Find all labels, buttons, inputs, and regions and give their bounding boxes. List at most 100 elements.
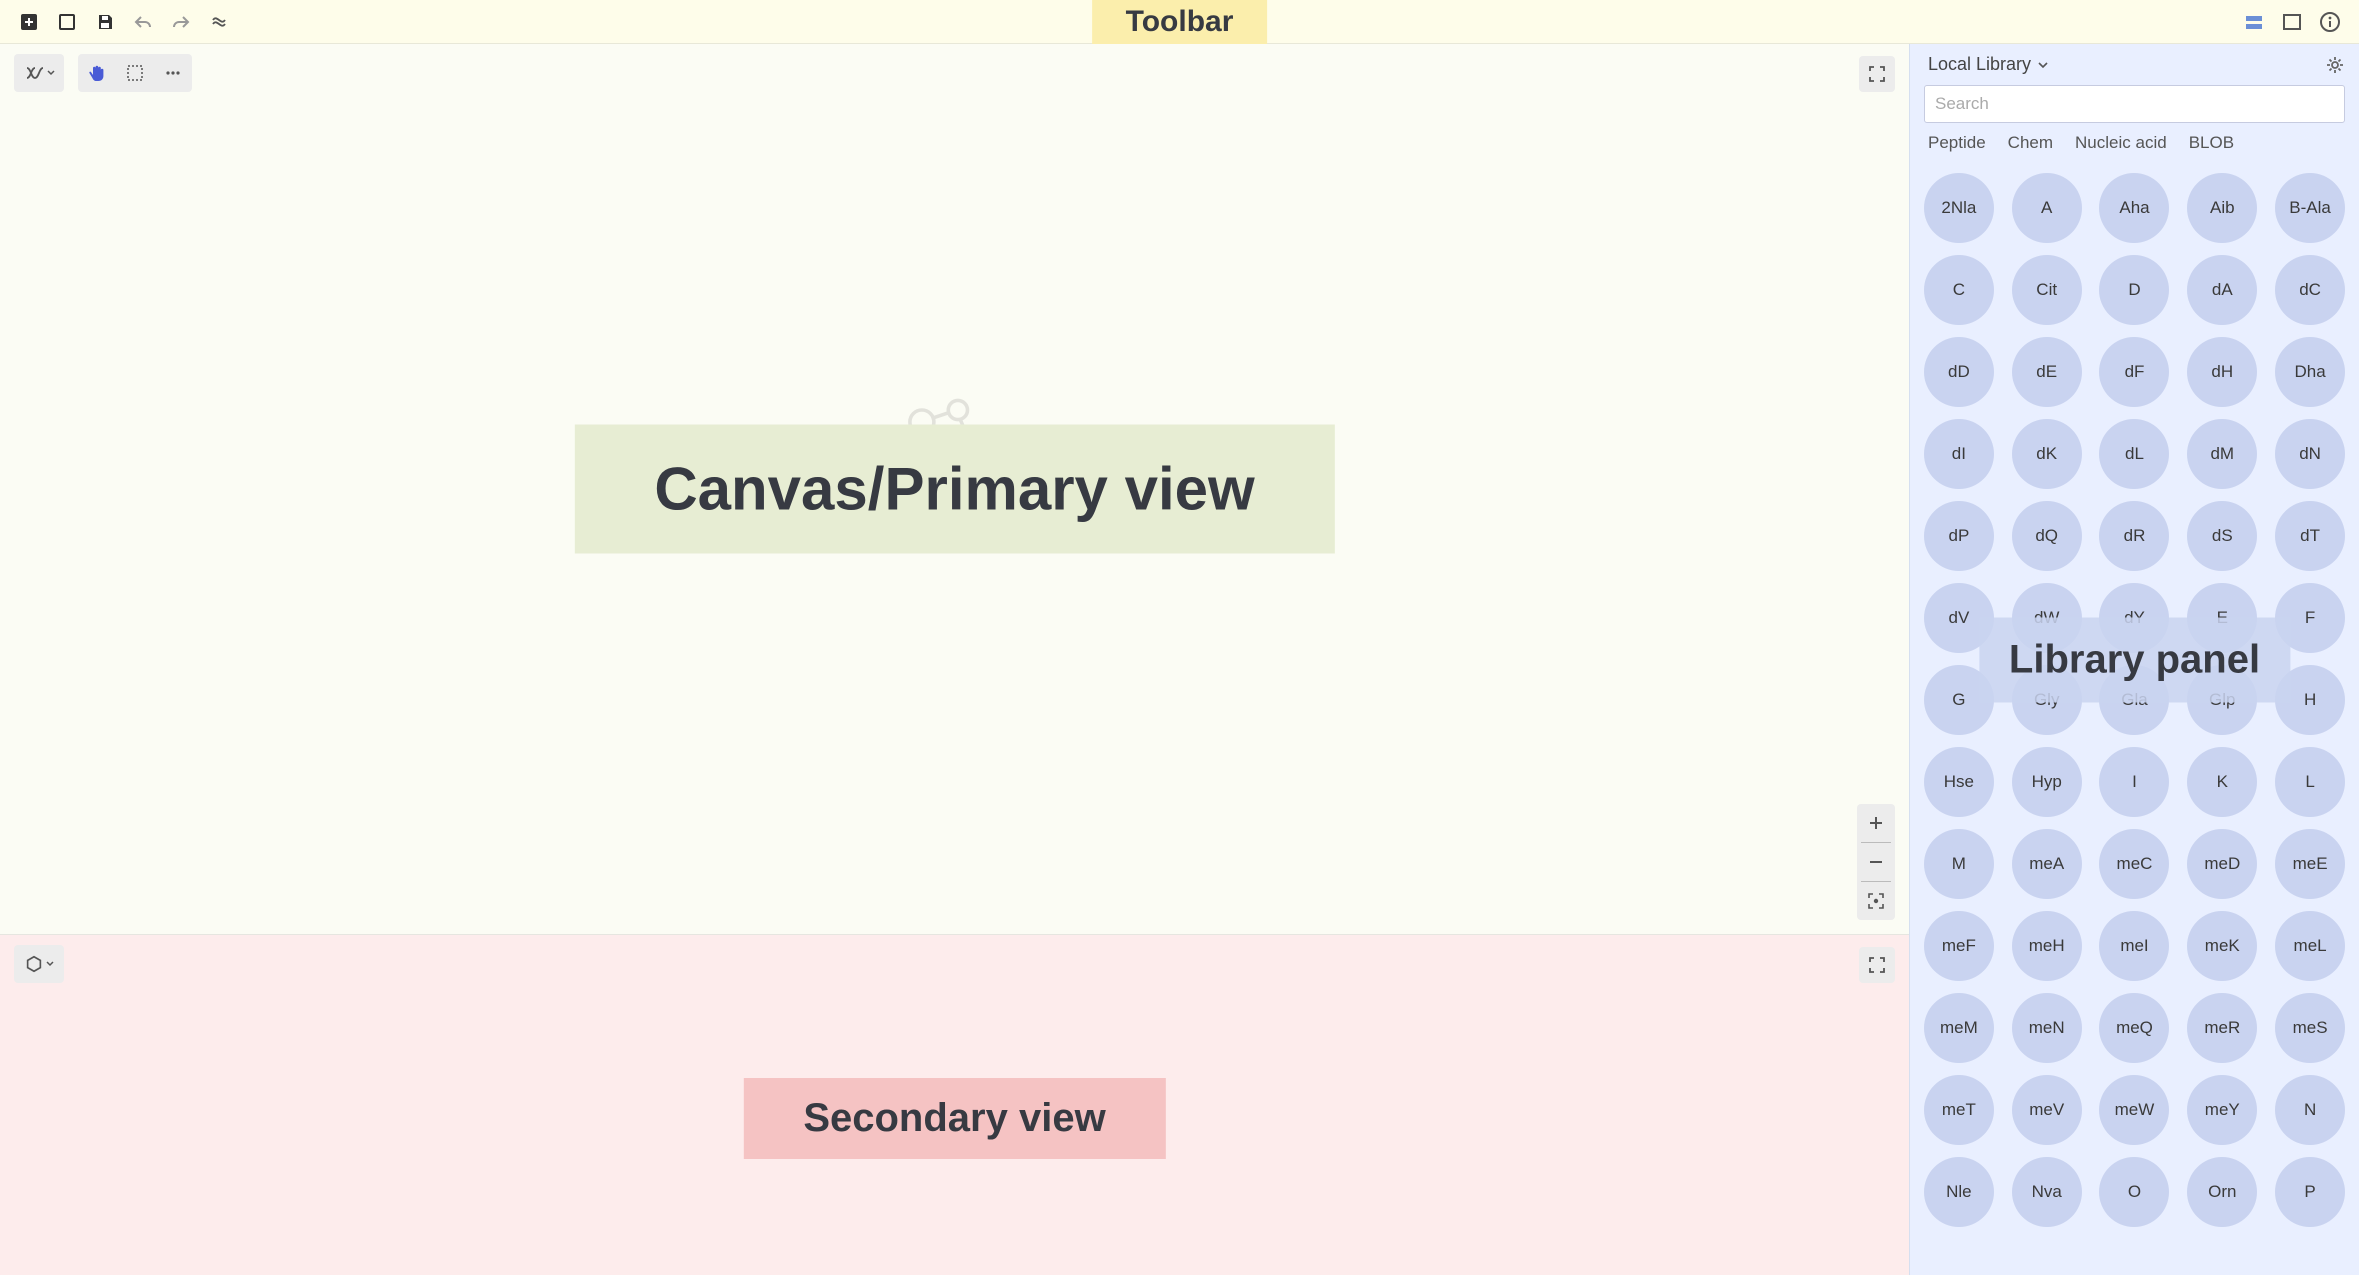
library-chip[interactable]: meW: [2099, 1075, 2169, 1145]
library-chip[interactable]: dE: [2012, 337, 2082, 407]
library-chip[interactable]: meF: [1924, 911, 1994, 981]
library-chip[interactable]: D: [2099, 255, 2169, 325]
library-chip[interactable]: meL: [2275, 911, 2345, 981]
info-button[interactable]: [2313, 5, 2347, 39]
view-split-button[interactable]: [2237, 5, 2271, 39]
redo-button[interactable]: [164, 5, 198, 39]
library-chip[interactable]: dC: [2275, 255, 2345, 325]
library-chip[interactable]: Hse: [1924, 747, 1994, 817]
library-chip[interactable]: meI: [2099, 911, 2169, 981]
library-chip[interactable]: P: [2275, 1157, 2345, 1227]
library-chip[interactable]: dS: [2187, 501, 2257, 571]
library-chip[interactable]: dK: [2012, 419, 2082, 489]
library-chip[interactable]: Aha: [2099, 173, 2169, 243]
undo-icon: [133, 12, 153, 32]
select-icon: [124, 62, 146, 84]
zoom-controls: [1857, 804, 1895, 920]
library-chip[interactable]: meV: [2012, 1075, 2082, 1145]
library-chip[interactable]: dN: [2275, 419, 2345, 489]
library-chip[interactable]: L: [2275, 747, 2345, 817]
library-chip[interactable]: dP: [1924, 501, 1994, 571]
tab-nucleic-acid[interactable]: Nucleic acid: [2075, 133, 2167, 157]
library-chip[interactable]: dM: [2187, 419, 2257, 489]
toolbar-annotation: Toolbar: [1092, 0, 1268, 45]
chevron-down-icon: [2037, 59, 2049, 71]
library-chip[interactable]: M: [1924, 829, 1994, 899]
plus-icon: [1867, 814, 1885, 832]
tab-blob[interactable]: BLOB: [2189, 133, 2234, 157]
library-chip[interactable]: Orn: [2187, 1157, 2257, 1227]
library-search-input[interactable]: [1924, 85, 2345, 123]
library-chip[interactable]: meC: [2099, 829, 2169, 899]
library-chip[interactable]: Nle: [1924, 1157, 1994, 1227]
library-chip[interactable]: meR: [2187, 993, 2257, 1063]
tab-chem[interactable]: Chem: [2008, 133, 2053, 157]
library-chip[interactable]: dL: [2099, 419, 2169, 489]
center-focus-icon: [1867, 892, 1885, 910]
select-tool-button[interactable]: [116, 54, 154, 92]
library-chip[interactable]: A: [2012, 173, 2082, 243]
secondary-view[interactable]: Secondary view: [0, 935, 1909, 1275]
library-chip[interactable]: meK: [2187, 911, 2257, 981]
library-chip[interactable]: Dha: [2275, 337, 2345, 407]
new-file-button[interactable]: [12, 5, 46, 39]
library-chip[interactable]: meY: [2187, 1075, 2257, 1145]
tab-peptide[interactable]: Peptide: [1928, 133, 1986, 157]
clear-button[interactable]: [202, 5, 236, 39]
undo-button[interactable]: [126, 5, 160, 39]
library-chip[interactable]: dI: [1924, 419, 1994, 489]
sequence-tool-dropdown[interactable]: [14, 54, 64, 92]
zoom-in-button[interactable]: [1857, 804, 1895, 842]
library-chip[interactable]: meE: [2275, 829, 2345, 899]
library-chip[interactable]: meD: [2187, 829, 2257, 899]
library-chip[interactable]: N: [2275, 1075, 2345, 1145]
library-chip[interactable]: meQ: [2099, 993, 2169, 1063]
chevron-down-icon: [47, 69, 55, 77]
library-chip[interactable]: dA: [2187, 255, 2257, 325]
view-single-button[interactable]: [2275, 5, 2309, 39]
library-chip[interactable]: meA: [2012, 829, 2082, 899]
library-chip[interactable]: dH: [2187, 337, 2257, 407]
library-chip[interactable]: meT: [1924, 1075, 1994, 1145]
library-chip[interactable]: Aib: [2187, 173, 2257, 243]
zoom-fit-button[interactable]: [1857, 882, 1895, 920]
split-view-icon: [2243, 11, 2265, 33]
primary-view-annotation: Canvas/Primary view: [574, 425, 1334, 554]
zoom-out-button[interactable]: [1857, 843, 1895, 881]
minus-icon: [1867, 853, 1885, 871]
library-chip[interactable]: dD: [1924, 337, 1994, 407]
fullscreen-icon: [1868, 956, 1886, 974]
library-chip[interactable]: dQ: [2012, 501, 2082, 571]
secondary-view-annotation: Secondary view: [743, 1078, 1165, 1159]
library-panel-annotation: Library panel: [1979, 617, 2290, 702]
library-chip[interactable]: dR: [2099, 501, 2169, 571]
redo-icon: [171, 12, 191, 32]
library-chip[interactable]: Cit: [2012, 255, 2082, 325]
pan-tool-button[interactable]: [78, 54, 116, 92]
library-chip[interactable]: 2Nla: [1924, 173, 1994, 243]
library-chip[interactable]: I: [2099, 747, 2169, 817]
library-chip[interactable]: C: [1924, 255, 1994, 325]
library-settings-button[interactable]: [2325, 55, 2345, 75]
library-chip[interactable]: meS: [2275, 993, 2345, 1063]
library-chip[interactable]: meM: [1924, 993, 1994, 1063]
canvas-primary-view[interactable]: by ChemAxon Canvas/Primary view: [0, 44, 1909, 935]
secondary-tool-dropdown[interactable]: [14, 945, 64, 983]
library-chip[interactable]: dT: [2275, 501, 2345, 571]
library-chip[interactable]: Nva: [2012, 1157, 2082, 1227]
info-icon: [2319, 11, 2341, 33]
library-chip[interactable]: Hyp: [2012, 747, 2082, 817]
library-chip[interactable]: meN: [2012, 993, 2082, 1063]
library-chip[interactable]: O: [2099, 1157, 2169, 1227]
library-title-dropdown[interactable]: Local Library: [1928, 54, 2049, 75]
library-chip[interactable]: B-Ala: [2275, 173, 2345, 243]
save-button[interactable]: [88, 5, 122, 39]
secondary-fullscreen-button[interactable]: [1859, 947, 1895, 983]
open-file-button[interactable]: [50, 5, 84, 39]
more-tools-button[interactable]: [154, 54, 192, 92]
primary-fullscreen-button[interactable]: [1859, 56, 1895, 92]
library-chip[interactable]: K: [2187, 747, 2257, 817]
library-chip[interactable]: dF: [2099, 337, 2169, 407]
sequence-icon: [23, 62, 45, 84]
library-chip[interactable]: meH: [2012, 911, 2082, 981]
